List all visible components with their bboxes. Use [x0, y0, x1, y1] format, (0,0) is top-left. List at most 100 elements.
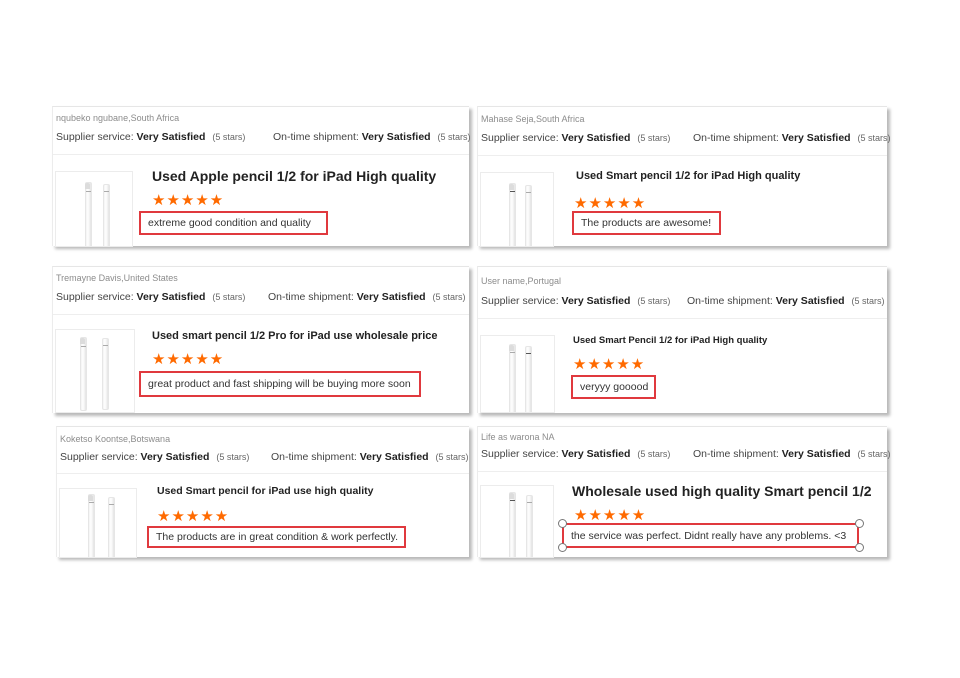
product-title[interactable]: Used Smart pencil 1/2 for iPad High qual… — [576, 170, 800, 182]
pencil-image — [525, 346, 532, 412]
review-card: Mahase Seja,South Africa Supplier servic… — [477, 106, 891, 247]
pencil-image — [509, 344, 516, 412]
reviewer-name: User name,Portugal — [481, 276, 562, 286]
shipment-label: On-time shipment: — [273, 131, 359, 143]
product-image[interactable] — [480, 172, 554, 247]
supplier-service-label: Supplier service: — [481, 448, 559, 460]
reviewer-name: Life as warona NA — [481, 432, 555, 442]
supplier-service-label: Supplier service: — [56, 291, 134, 303]
review-card: nqubeko ngubane,South Africa Supplier se… — [52, 106, 471, 247]
supplier-stars-count: (5 stars) — [216, 452, 250, 462]
rating-row: Supplier service: Very Satisfied (5 star… — [60, 451, 469, 463]
shipment-label: On-time shipment: — [687, 295, 773, 307]
shipment-stars-count: (5 stars) — [437, 132, 471, 142]
supplier-stars-count: (5 stars) — [212, 132, 246, 142]
star-rating: ★★★★★ — [573, 356, 646, 373]
review-card: User name,Portugal Supplier service: Ver… — [477, 266, 887, 413]
product-title[interactable]: Used smart pencil 1/2 Pro for iPad use w… — [152, 330, 438, 342]
pencil-image — [509, 492, 516, 557]
shipment-value: Very Satisfied — [361, 131, 431, 143]
divider — [478, 155, 887, 156]
pencil-image — [525, 185, 532, 246]
divider — [57, 473, 469, 474]
shipment-group: On-time shipment: Very Satisfied (5 star… — [693, 448, 891, 460]
supplier-stars-count: (5 stars) — [637, 449, 671, 459]
shipment-value: Very Satisfied — [781, 132, 851, 144]
product-title[interactable]: Used Smart pencil for iPad use high qual… — [157, 485, 373, 497]
supplier-stars-count: (5 stars) — [212, 292, 246, 302]
shipment-stars-count: (5 stars) — [851, 296, 885, 306]
product-image[interactable] — [55, 329, 135, 413]
review-text: veryyy gooood — [571, 375, 656, 399]
supplier-service-value: Very Satisfied — [136, 291, 206, 303]
supplier-stars-count: (5 stars) — [637, 296, 671, 306]
supplier-service-label: Supplier service: — [481, 132, 559, 144]
pencil-image — [509, 183, 516, 246]
shipment-stars-count: (5 stars) — [432, 292, 466, 302]
shipment-group: On-time shipment: Very Satisfied (5 star… — [693, 132, 891, 144]
pencil-image — [102, 338, 109, 410]
shipment-value: Very Satisfied — [781, 448, 851, 460]
rating-row: Supplier service: Very Satisfied (5 star… — [56, 131, 471, 143]
resize-handle-top-left[interactable] — [558, 519, 567, 528]
shipment-label: On-time shipment: — [268, 291, 354, 303]
supplier-service-value: Very Satisfied — [140, 451, 210, 463]
rating-row: Supplier service: Very Satisfied (5 star… — [481, 295, 885, 307]
product-title[interactable]: Used Apple pencil 1/2 for iPad High qual… — [152, 168, 436, 184]
shipment-stars-count: (5 stars) — [857, 449, 891, 459]
product-image[interactable] — [480, 485, 554, 558]
rating-row: Supplier service: Very Satisfied (5 star… — [481, 448, 891, 460]
pencil-image — [85, 182, 92, 246]
shipment-stars-count: (5 stars) — [435, 452, 469, 462]
review-card: Tremayne Davis,United States Supplier se… — [52, 266, 469, 413]
star-rating: ★★★★★ — [157, 508, 230, 525]
product-title[interactable]: Used Smart Pencil 1/2 for iPad High qual… — [573, 335, 767, 346]
pencil-image — [88, 494, 95, 557]
shipment-label: On-time shipment: — [693, 448, 779, 460]
supplier-service-value: Very Satisfied — [561, 132, 631, 144]
shipment-group: On-time shipment: Very Satisfied (5 star… — [273, 131, 471, 143]
supplier-service-label: Supplier service: — [56, 131, 134, 143]
shipment-group: On-time shipment: Very Satisfied (5 star… — [271, 451, 469, 463]
supplier-service-value: Very Satisfied — [136, 131, 206, 143]
star-rating: ★★★★★ — [574, 195, 647, 212]
shipment-stars-count: (5 stars) — [857, 133, 891, 143]
pencil-image — [103, 184, 110, 246]
divider — [53, 314, 469, 315]
reviewer-name: Koketso Koontse,Botswana — [60, 434, 171, 444]
shipment-group: On-time shipment: Very Satisfied (5 star… — [687, 295, 885, 307]
resize-handle-bottom-right[interactable] — [855, 543, 864, 552]
divider — [53, 154, 469, 155]
product-image[interactable] — [55, 171, 133, 247]
shipment-value: Very Satisfied — [356, 291, 426, 303]
shipment-value: Very Satisfied — [775, 295, 845, 307]
review-text: The products are awesome! — [572, 211, 721, 235]
review-card: Life as warona NA Supplier service: Very… — [477, 426, 891, 558]
resize-handle-bottom-left[interactable] — [558, 543, 567, 552]
review-text[interactable]: the service was perfect. Didnt really ha… — [562, 523, 859, 548]
rating-row: Supplier service: Very Satisfied (5 star… — [481, 132, 891, 144]
product-image[interactable] — [59, 488, 137, 558]
pencil-image — [80, 337, 87, 411]
shipment-group: On-time shipment: Very Satisfied (5 star… — [268, 291, 466, 303]
review-card: Koketso Koontse,Botswana Supplier servic… — [56, 426, 469, 558]
reviewer-name: Tremayne Davis,United States — [56, 273, 178, 283]
reviewer-name: Mahase Seja,South Africa — [481, 114, 585, 124]
reviewer-name: nqubeko ngubane,South Africa — [56, 113, 180, 123]
shipment-label: On-time shipment: — [271, 451, 357, 463]
product-image[interactable] — [480, 335, 555, 413]
divider — [478, 471, 887, 472]
review-text: extreme good condition and quality — [139, 211, 328, 235]
shipment-label: On-time shipment: — [693, 132, 779, 144]
product-title[interactable]: Wholesale used high quality Smart pencil… — [572, 483, 872, 499]
review-text: great product and fast shipping will be … — [139, 371, 421, 397]
review-text: The products are in great condition & wo… — [147, 526, 406, 548]
pencil-image — [526, 495, 533, 557]
supplier-service-value: Very Satisfied — [561, 448, 631, 460]
resize-handle-top-right[interactable] — [855, 519, 864, 528]
star-rating: ★★★★★ — [152, 351, 225, 368]
divider — [478, 318, 887, 319]
rating-row: Supplier service: Very Satisfied (5 star… — [56, 291, 466, 303]
star-rating: ★★★★★ — [152, 192, 225, 209]
shipment-value: Very Satisfied — [359, 451, 429, 463]
